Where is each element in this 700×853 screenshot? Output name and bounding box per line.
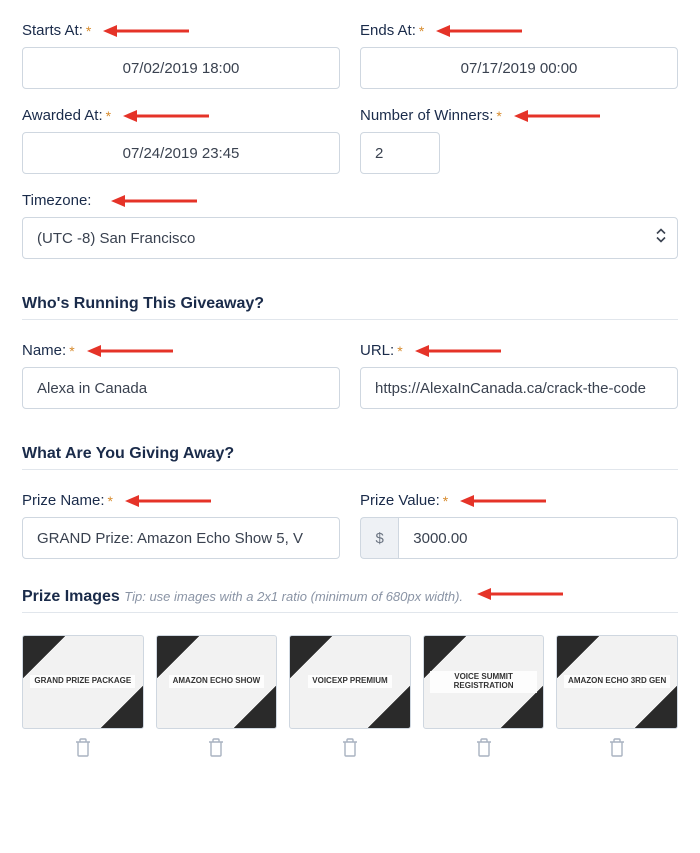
- timezone-label: Timezone:: [22, 192, 678, 209]
- sponsor-name-label-text: Name:: [22, 342, 66, 359]
- starts-at-label-text: Starts At:: [22, 22, 83, 39]
- prize-image-caption: AMAZON ECHO 3RD GEN: [564, 675, 670, 688]
- winners-label: Number of Winners: *: [360, 107, 678, 124]
- delete-image-button[interactable]: [475, 737, 493, 757]
- divider: [22, 612, 678, 613]
- prize-images-heading-text: Prize Images: [22, 588, 120, 605]
- prize-images-tip: Tip: use images with a 2x1 ratio (minimu…: [124, 589, 463, 604]
- annotation-arrow-icon: [415, 344, 501, 358]
- timezone-label-text: Timezone:: [22, 192, 91, 209]
- required-asterisk: *: [86, 23, 91, 39]
- divider: [22, 469, 678, 470]
- sponsor-name-input[interactable]: [22, 367, 340, 409]
- annotation-arrow-icon: [111, 194, 197, 208]
- annotation-arrow-icon: [103, 24, 189, 38]
- required-asterisk: *: [397, 343, 402, 359]
- awarded-at-input[interactable]: [22, 132, 340, 174]
- annotation-arrow-icon: [125, 494, 211, 508]
- awarded-at-label-text: Awarded At:: [22, 107, 103, 124]
- prize-image-thumbnail[interactable]: VOICE SUMMIT REGISTRATION: [423, 635, 545, 729]
- ends-at-input[interactable]: [360, 47, 678, 89]
- prize-images-heading: Prize Images Tip: use images with a 2x1 …: [22, 587, 678, 606]
- ends-at-label-text: Ends At:: [360, 22, 416, 39]
- prize-heading: What Are You Giving Away?: [22, 445, 678, 463]
- prize-name-label-text: Prize Name:: [22, 492, 105, 509]
- annotation-arrow-icon: [477, 587, 563, 601]
- delete-image-button[interactable]: [608, 737, 626, 757]
- required-asterisk: *: [496, 108, 501, 124]
- prize-image-caption: VOICE SUMMIT REGISTRATION: [430, 671, 538, 693]
- annotation-arrow-icon: [460, 494, 546, 508]
- delete-image-button[interactable]: [341, 737, 359, 757]
- prize-value-label-text: Prize Value:: [360, 492, 440, 509]
- sponsor-heading: Who's Running This Giveaway?: [22, 295, 678, 313]
- prize-image-thumbnail[interactable]: GRAND PRIZE PACKAGE: [22, 635, 144, 729]
- prize-value-input[interactable]: [398, 517, 678, 559]
- sponsor-url-label: URL: *: [360, 342, 678, 359]
- required-asterisk: *: [69, 343, 74, 359]
- required-asterisk: *: [106, 108, 111, 124]
- winners-input[interactable]: [360, 132, 440, 174]
- required-asterisk: *: [108, 493, 113, 509]
- sponsor-name-label: Name: *: [22, 342, 340, 359]
- required-asterisk: *: [419, 23, 424, 39]
- annotation-arrow-icon: [514, 109, 600, 123]
- prize-name-input[interactable]: [22, 517, 340, 559]
- prize-image-thumbnail[interactable]: AMAZON ECHO 3RD GEN: [556, 635, 678, 729]
- prize-image-caption: VOICEXP PREMIUM: [308, 675, 391, 688]
- annotation-arrow-icon: [436, 24, 522, 38]
- prize-image-caption: AMAZON ECHO SHOW: [169, 675, 265, 688]
- divider: [22, 319, 678, 320]
- prize-name-label: Prize Name: *: [22, 492, 340, 509]
- sponsor-url-label-text: URL:: [360, 342, 394, 359]
- prize-value-label: Prize Value: *: [360, 492, 678, 509]
- ends-at-label: Ends At: *: [360, 22, 678, 39]
- prize-image-thumbnail[interactable]: VOICEXP PREMIUM: [289, 635, 411, 729]
- currency-prefix: $: [360, 517, 398, 559]
- timezone-select[interactable]: (UTC -8) San Francisco: [22, 217, 678, 259]
- delete-image-button[interactable]: [74, 737, 92, 757]
- annotation-arrow-icon: [87, 344, 173, 358]
- starts-at-label: Starts At: *: [22, 22, 340, 39]
- prize-image-caption: GRAND PRIZE PACKAGE: [30, 675, 135, 688]
- prize-image-thumbnail[interactable]: AMAZON ECHO SHOW: [156, 635, 278, 729]
- delete-image-button[interactable]: [207, 737, 225, 757]
- starts-at-input[interactable]: [22, 47, 340, 89]
- winners-label-text: Number of Winners:: [360, 107, 493, 124]
- annotation-arrow-icon: [123, 109, 209, 123]
- required-asterisk: *: [443, 493, 448, 509]
- awarded-at-label: Awarded At: *: [22, 107, 340, 124]
- sponsor-url-input[interactable]: [360, 367, 678, 409]
